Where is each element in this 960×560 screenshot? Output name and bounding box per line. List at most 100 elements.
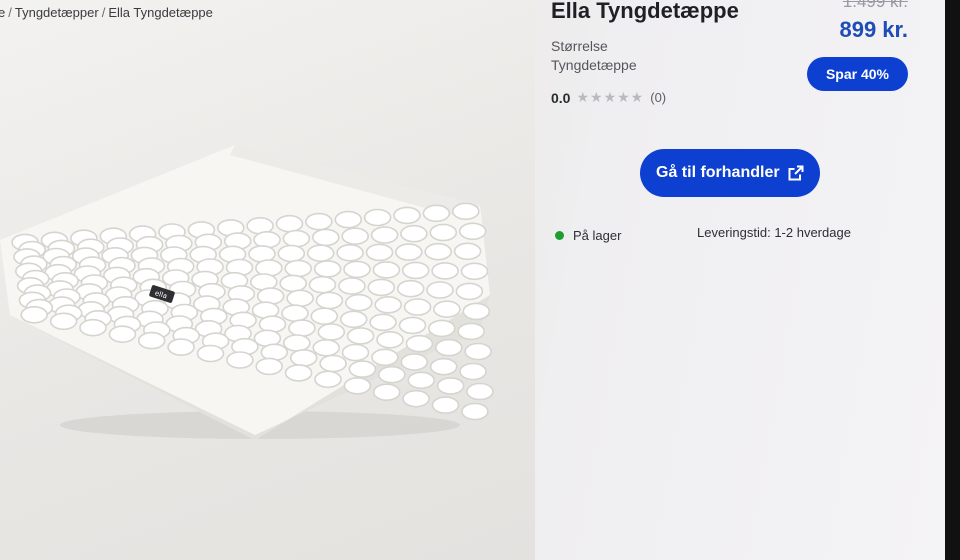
knit-stitch	[459, 362, 487, 381]
knit-stitch	[275, 214, 304, 233]
knit-stitch	[286, 289, 314, 308]
knit-stitch	[436, 377, 465, 395]
knit-stitch	[256, 287, 285, 305]
old-price: 1.499 kr.	[842, 0, 908, 11]
knit-stitch	[336, 244, 364, 262]
knit-stitch	[460, 262, 489, 281]
rating-stars-icon: ★★★★★	[576, 89, 645, 105]
knit-stitch	[310, 307, 339, 325]
knit-stitch	[289, 349, 318, 367]
breadcrumb-item-home[interactable]: e	[0, 5, 5, 20]
review-count[interactable]: (0)	[650, 90, 666, 105]
knit-stitch	[394, 243, 423, 261]
knit-stitch	[288, 319, 316, 337]
knit-stitch	[398, 316, 427, 335]
product-info-panel: Ella Tyngdetæppe 1.499 kr. 899 kr. Størr…	[535, 0, 945, 560]
knit-stitch	[315, 291, 344, 310]
knit-stitch	[308, 275, 337, 294]
knit-stitch	[341, 227, 370, 245]
product-image[interactable]: ella	[0, 140, 500, 450]
knit-stitch	[253, 231, 281, 249]
knit-stitch	[284, 364, 313, 382]
rating[interactable]: 0.0 ★★★★★ (0)	[551, 89, 666, 106]
breadcrumb: e / Tyngdetæpper / Ella Tyngdetæppe	[0, 5, 213, 20]
breadcrumb-item-category[interactable]: Tyngdetæpper	[15, 5, 99, 20]
knit-stitch	[167, 338, 195, 356]
knit-stitch	[464, 342, 492, 361]
stock-label: På lager	[573, 228, 622, 243]
knit-stitch	[453, 242, 482, 261]
knit-stitch	[400, 353, 429, 371]
delivery-time: Leveringstid: 1-2 hverdage	[697, 225, 851, 240]
knit-stitch	[407, 371, 436, 390]
knit-stitch	[466, 382, 494, 401]
knit-stitch	[403, 298, 432, 316]
knit-stitch	[279, 274, 308, 293]
knit-stitch	[451, 202, 480, 221]
knit-stitch	[422, 204, 451, 223]
knit-stitch	[427, 319, 456, 338]
knit-stitch	[20, 306, 49, 324]
go-to-retailer-label: Gå til forhandler	[656, 164, 780, 181]
knit-stitch	[226, 351, 254, 369]
knit-stitch	[369, 313, 397, 332]
breadcrumb-item-current: Ella Tyngdetæppe	[108, 5, 213, 20]
current-price: 899 kr.	[839, 17, 908, 42]
discount-badge: Spar 40%	[806, 57, 908, 91]
in-stock-dot-icon	[555, 231, 564, 240]
knit-stitch	[306, 244, 335, 262]
knit-stitch	[346, 327, 375, 345]
knit-stitch	[313, 260, 342, 278]
size-value: Tyngdetæppe	[551, 57, 637, 73]
knit-stitch	[458, 222, 487, 241]
knit-stitch	[396, 279, 425, 298]
breadcrumb-separator: /	[8, 5, 12, 20]
product-title: Ella Tyngdetæppe	[551, 0, 739, 23]
knit-stitch	[377, 365, 406, 384]
knit-stitch	[284, 259, 313, 278]
knit-stitch	[363, 208, 392, 227]
knit-stitch	[305, 212, 333, 231]
knit-stitch	[334, 210, 363, 229]
knit-stitch	[365, 243, 394, 262]
knit-stitch	[371, 348, 399, 367]
knit-stitch	[79, 318, 107, 337]
knit-stitch	[367, 278, 396, 297]
knit-stitch	[402, 389, 430, 408]
knit-stitch	[311, 228, 340, 247]
knit-stitch	[108, 325, 137, 343]
knit-stitch	[376, 331, 404, 349]
go-to-retailer-button[interactable]: Gå til forhandler	[640, 149, 820, 197]
knit-stitch	[319, 354, 347, 373]
breadcrumb-separator: /	[101, 5, 106, 20]
knit-stitch	[348, 360, 377, 378]
product-gallery: e / Tyngdetæpper / Ella Tyngdetæppe ella	[0, 0, 535, 560]
knit-stitch	[372, 383, 401, 401]
knit-stitch	[400, 224, 428, 243]
knit-stitch	[317, 323, 346, 341]
external-link-icon	[788, 165, 804, 181]
knit-stitch	[343, 377, 372, 395]
knit-stitch	[455, 282, 484, 301]
knit-stitch	[426, 281, 454, 299]
knit-stitch	[401, 261, 430, 280]
knit-stitch	[431, 262, 459, 280]
knit-stitch	[341, 343, 370, 362]
stock-status: På lager	[555, 228, 621, 243]
knit-stitch	[344, 293, 373, 312]
knit-stitch	[393, 206, 421, 225]
knit-stitch	[429, 223, 458, 242]
knit-stitch	[462, 302, 491, 321]
size-label: Størrelse	[551, 38, 608, 54]
knit-stitch	[429, 357, 458, 376]
knit-stitch	[433, 300, 461, 318]
knit-stitch	[282, 229, 311, 248]
monitor-bezel	[945, 0, 960, 560]
knit-stitch	[312, 339, 341, 357]
knit-stitch	[255, 357, 284, 376]
knit-stitch	[343, 260, 371, 279]
knit-stitch	[434, 338, 463, 357]
knit-stitch	[281, 304, 309, 322]
knit-stitch	[457, 322, 486, 341]
knit-stitch	[338, 277, 366, 295]
